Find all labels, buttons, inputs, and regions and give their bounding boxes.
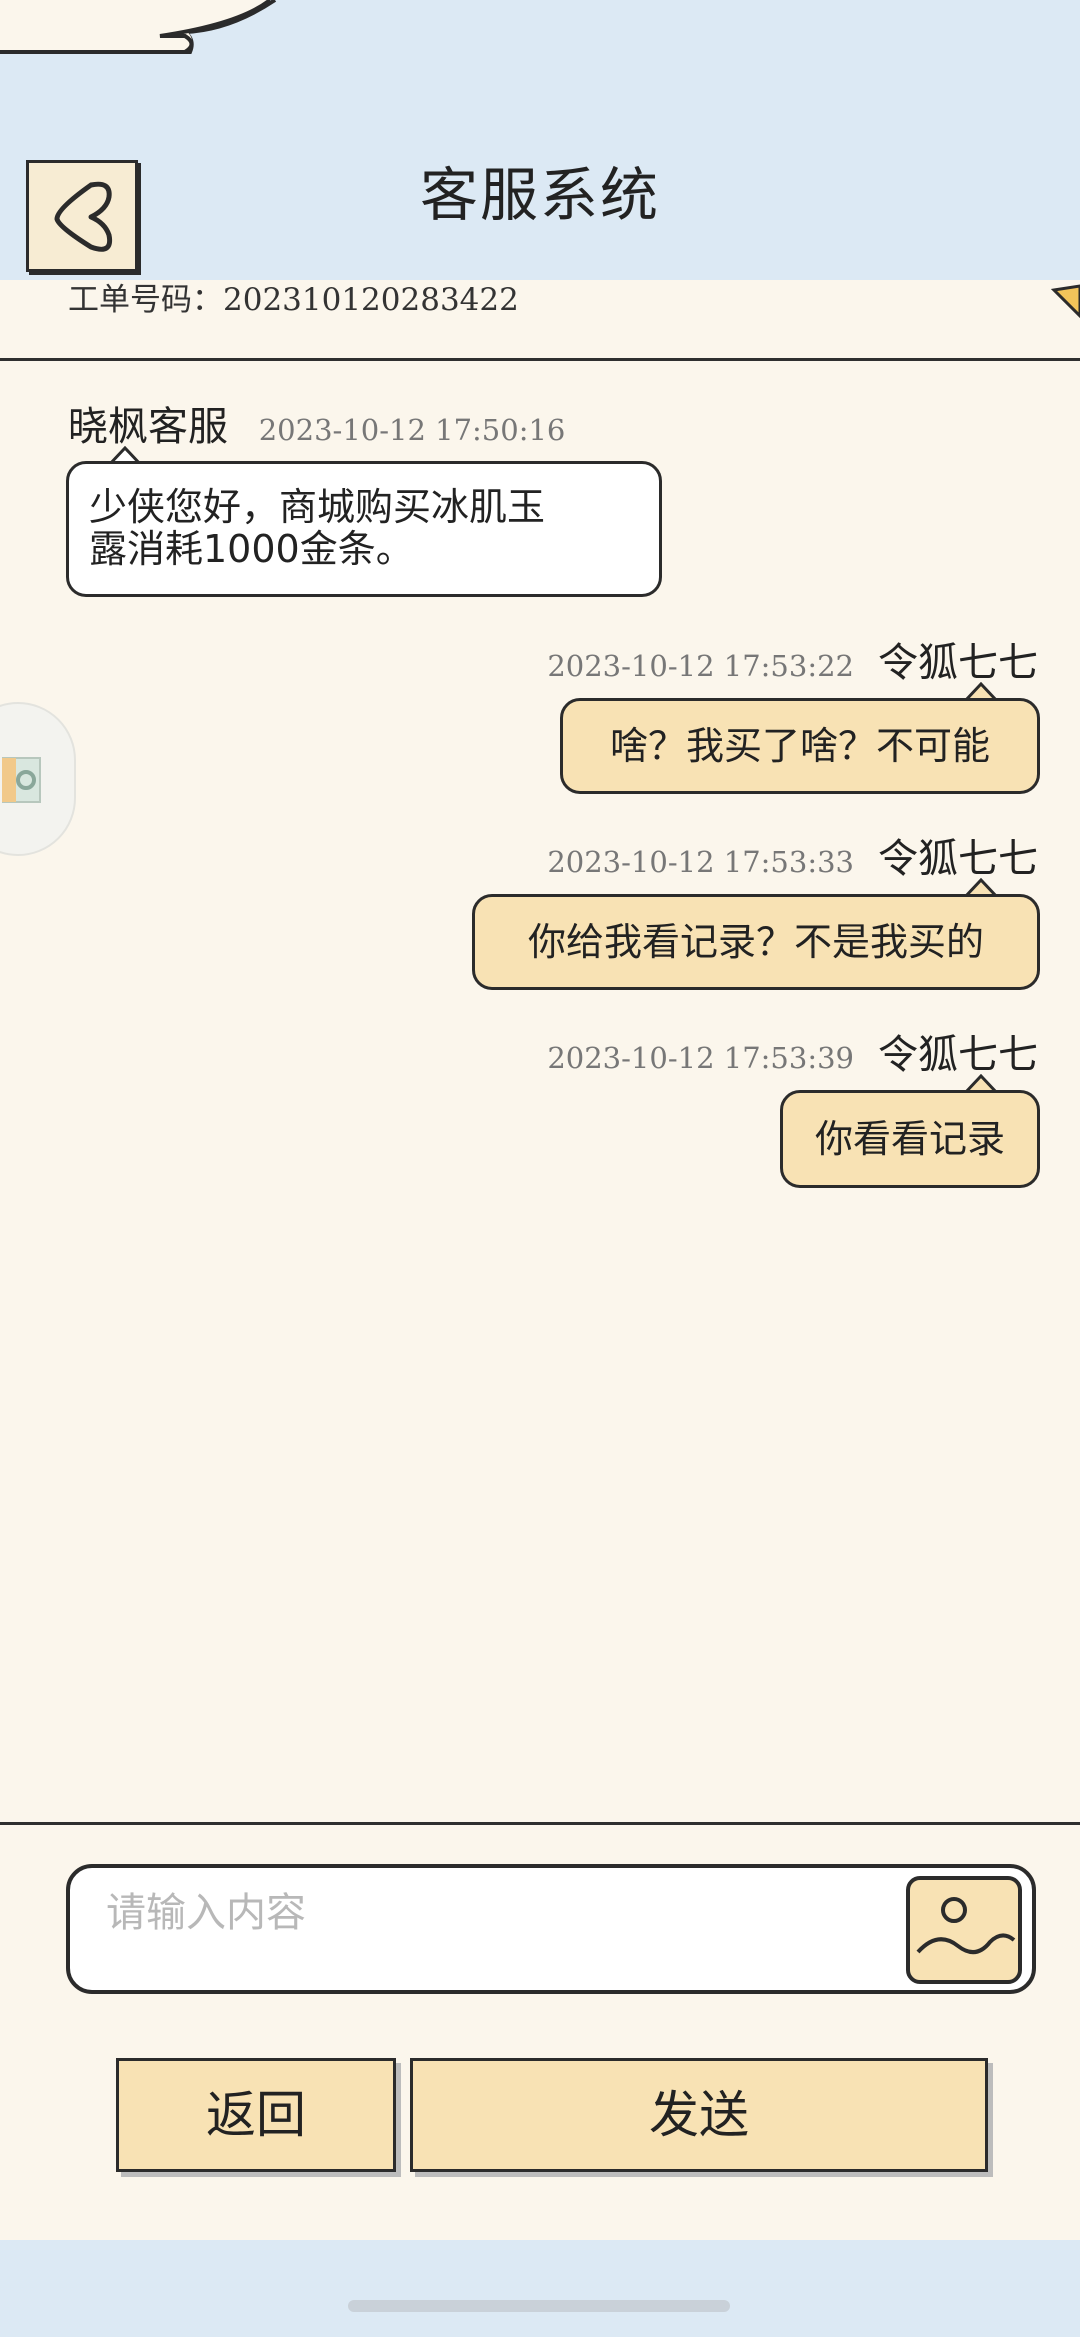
message-time: 2023-10-12 17:53:33	[547, 845, 854, 879]
divider-bottom	[0, 1822, 1080, 1825]
message-bubble: 啥？我买了啥？不可能	[560, 698, 1040, 794]
message-header: 2023-10-12 17:53:39 令狐七七	[547, 1022, 1038, 1080]
message-time: 2023-10-12 17:53:22	[547, 649, 854, 683]
app-icon	[2, 757, 41, 803]
message-time: 2023-10-12 17:53:39	[547, 1041, 854, 1075]
message-line: 少侠您好，商城购买冰肌玉	[89, 485, 546, 529]
divider-top	[0, 358, 1080, 361]
sender-name: 晓枫客服	[68, 404, 228, 450]
return-button[interactable]: 返回	[116, 2058, 396, 2172]
sender-name: 令狐七七	[878, 640, 1038, 686]
ticket-value: 202310120283422	[223, 282, 519, 318]
ticket-row: 工单号码：202310120283422	[0, 280, 1080, 360]
send-button[interactable]: 发送	[410, 2058, 988, 2172]
message-bubble: 你给我看记录？不是我买的	[472, 894, 1040, 990]
image-icon	[916, 1897, 1016, 1954]
image-upload-button[interactable]	[906, 1876, 1022, 1984]
floating-widget[interactable]	[0, 702, 76, 856]
message-bubble: 少侠您好，商城购买冰肌玉 露消耗1000金条。	[66, 461, 662, 597]
sender-name: 令狐七七	[878, 1032, 1038, 1078]
message-header: 2023-10-12 17:53:22 令狐七七	[547, 630, 1038, 688]
message-time: 2023-10-12 17:50:16	[258, 413, 566, 447]
message-input[interactable]: 请输入内容	[106, 1880, 306, 1938]
message-bubble: 你看看记录	[780, 1090, 1040, 1188]
message-input-box[interactable]: 请输入内容	[66, 1864, 1036, 1994]
message-line: 露消耗1000金条。	[89, 527, 414, 571]
top-bar: 客服系统	[0, 0, 1080, 280]
triangle-icon[interactable]	[1050, 282, 1080, 318]
page-title: 客服系统	[419, 161, 660, 229]
cloud-decoration-icon	[0, 0, 277, 54]
home-indicator[interactable]	[348, 2300, 730, 2312]
ticket-number: 工单号码：202310120283422	[68, 280, 519, 320]
bottom-bar	[0, 2240, 1080, 2337]
message-header: 2023-10-12 17:53:33 令狐七七	[547, 826, 1038, 884]
message-header: 晓枫客服 2023-10-12 17:50:16	[68, 394, 565, 452]
ticket-label: 工单号码：	[68, 282, 223, 318]
sender-name: 令狐七七	[878, 836, 1038, 882]
